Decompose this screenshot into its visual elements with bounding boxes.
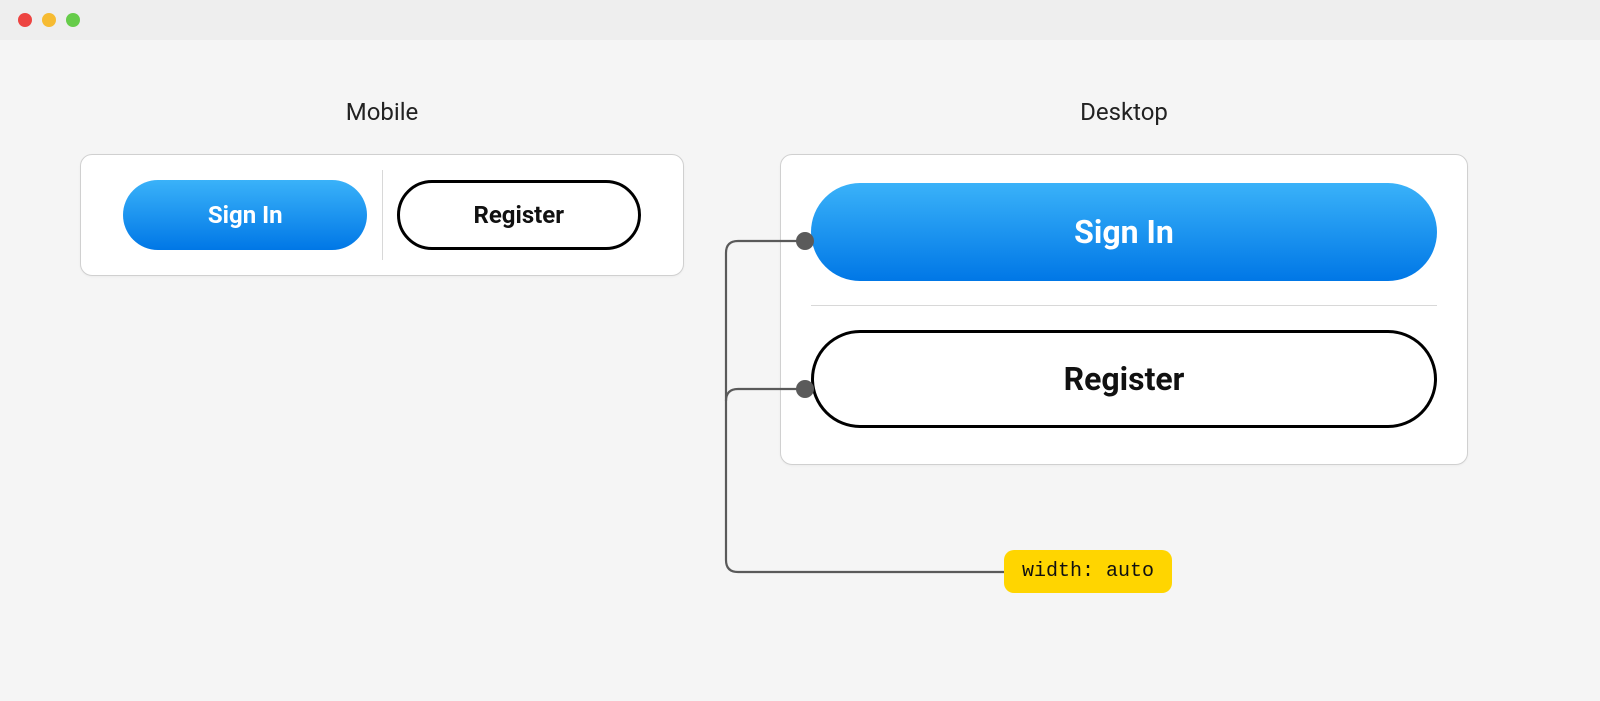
minimize-window-button[interactable] [42,13,56,27]
diagram-canvas: Mobile Desktop Sign In Register Sign In … [0,40,1600,120]
annotation-connector-lines [0,40,1600,701]
width-auto-badge: width: auto [1004,550,1172,593]
annotation-dot-sign-in [796,232,814,250]
window-titlebar [0,0,1600,40]
annotation-dot-register [796,380,814,398]
zoom-window-button[interactable] [66,13,80,27]
close-window-button[interactable] [18,13,32,27]
